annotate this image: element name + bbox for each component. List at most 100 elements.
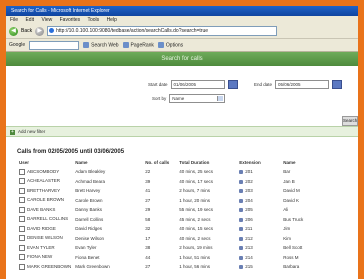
user-id: EVAN TYLER [27, 244, 55, 250]
cell-calls: 58 [145, 216, 151, 222]
table-row[interactable]: DAVID RIDGE David Ridges 32 40 mins, 15 sec… [17, 224, 325, 234]
row-checkbox[interactable] [19, 197, 25, 204]
cell-calls: 39 [145, 178, 151, 184]
toolbar-item-search-web[interactable]: Search Web [83, 41, 119, 48]
extension-number: 204 [245, 197, 253, 203]
cell-user: DAVE BANKS [17, 205, 73, 215]
menu-edit[interactable]: Edit [25, 17, 34, 23]
row-checkbox[interactable] [19, 263, 25, 270]
google-toolbar: Google Search Web PageRank Options [6, 39, 358, 52]
start-calendar-icon[interactable] [227, 80, 238, 89]
menu-file[interactable]: File [10, 17, 18, 23]
cell-extension: 204 [237, 196, 281, 206]
extension-number: 205 [245, 207, 253, 213]
row-checkbox[interactable] [19, 216, 25, 223]
row-checkbox[interactable] [19, 254, 25, 261]
cell-calls: 29 [145, 207, 151, 213]
window-titlebar: Search for Calls - Microsoft Internet Ex… [6, 6, 358, 16]
cell-calls: 27 [145, 264, 151, 270]
menu-tools[interactable]: Tools [87, 17, 99, 23]
user-id: MARK GREENBOWN [27, 263, 72, 269]
cell-name: Mark Greenbown [75, 264, 110, 270]
col-name[interactable]: Name [73, 159, 143, 167]
page-header: Search for calls [6, 52, 358, 66]
cell-user: CAROLE BROWN [17, 196, 73, 206]
table-row[interactable]: ACHEALASTER Achmad Beara 39 40 mins, 17 sec… [17, 177, 325, 187]
extension-number: 202 [245, 178, 253, 184]
phone-icon [239, 208, 244, 213]
add-filter-bar[interactable]: + Add new filter [6, 126, 358, 137]
back-button[interactable]: ◀ [9, 26, 18, 36]
start-date-input[interactable]: 01/06/2005 [170, 80, 225, 89]
extension-number: 213 [245, 245, 253, 251]
address-bar[interactable]: http://10.0.100.100:9080/tedbase/action/… [47, 26, 278, 36]
row-checkbox[interactable] [19, 168, 25, 175]
cell-extension: 201 [237, 167, 281, 177]
row-checkbox[interactable] [19, 235, 25, 242]
row-checkbox[interactable] [19, 178, 25, 185]
sort-label: Sort by [152, 96, 167, 101]
table-header-row: User Name No. of calls Total Duration Ex… [17, 159, 325, 167]
phone-icon [239, 246, 244, 251]
col-duration[interactable]: Total Duration [177, 159, 237, 167]
extension-number: 201 [245, 169, 253, 175]
table-row[interactable]: FIONA NEW Fiona Benet 44 1 hour, 51 mins 214… [17, 253, 325, 263]
sort-select[interactable]: Name [169, 94, 226, 103]
cell-extension-name: Jan B [283, 178, 295, 184]
col-calls[interactable]: No. of calls [143, 159, 177, 167]
end-date-input[interactable]: 05/06/2005 [275, 80, 330, 89]
cell-extension: 212 [237, 234, 281, 244]
cell-extension: 215 [237, 262, 281, 272]
cell-name: Fiona Benet [75, 254, 100, 260]
user-id: DENISE WILSON [27, 235, 63, 241]
col-extension[interactable]: Extension [237, 159, 281, 167]
cell-name: Evan Tyler [75, 245, 97, 251]
cell-duration: 40 mins, 2 secs [179, 235, 211, 241]
phone-icon [239, 236, 244, 241]
cell-name: Carole Brown [75, 197, 103, 203]
cell-name: Achmad Beara [75, 178, 106, 184]
page-content: Search for calls Start date 01/06/2005 E… [6, 52, 358, 272]
row-checkbox[interactable] [19, 225, 25, 232]
col-user[interactable]: User [17, 159, 73, 167]
menu-favorites[interactable]: Favorites [60, 17, 81, 23]
table-row[interactable]: DENISE WILSON Denise Wilson 17 40 mins, 2 s… [17, 234, 325, 244]
table-row[interactable]: DARRELL COLLINS Darrell Collins 58 45 mins,… [17, 215, 325, 225]
toolbar-item-pagerank[interactable]: PageRank [122, 41, 154, 48]
row-checkbox[interactable] [19, 206, 25, 213]
table-row[interactable]: DAVE BANKS Danny Banks 29 55 mins, 19 secs 2… [17, 205, 325, 215]
back-label[interactable]: Back [21, 28, 32, 34]
menu-help[interactable]: Help [107, 17, 117, 23]
table-row[interactable]: BRETTHARVEY Brett Harvey 41 2 hours, 7 mins… [17, 186, 325, 196]
cell-calls: 27 [145, 197, 151, 203]
results-title: Calls from 02/05/2005 until 03/06/2005 [17, 149, 125, 155]
table-row[interactable]: CAROLE BROWN Carole Brown 27 1 hour, 20 min… [17, 196, 325, 206]
cell-calls: 41 [145, 188, 151, 194]
end-calendar-icon[interactable] [332, 80, 343, 89]
cell-extension-name: Bus Truck [283, 216, 304, 222]
cell-extension-name: Bell Scott [283, 245, 303, 251]
menu-view[interactable]: View [41, 17, 52, 23]
cell-name: Danny Banks [75, 207, 103, 213]
menu-bar: File Edit View Favorites Tools Help [6, 16, 358, 24]
forward-button[interactable]: ▶ [35, 26, 45, 36]
cell-extension-name: David M [283, 188, 300, 194]
toolbar-item-options[interactable]: Options [157, 41, 183, 48]
cell-extension: 206 [237, 215, 281, 225]
table-row[interactable]: ABCSOMBODY Adam Bleakley 22 40 mins, 25 sec… [17, 167, 325, 177]
search-button[interactable]: Search [342, 116, 358, 126]
cell-name: David Ridges [75, 226, 103, 232]
col-extension-name[interactable]: Name [281, 159, 325, 167]
pagerank-icon [122, 41, 129, 48]
table-row[interactable]: EVAN TYLER Evan Tyler 38 2 hours, 19 mins 21… [17, 243, 325, 253]
phone-icon [239, 198, 244, 203]
table-row[interactable]: MARK GREENBOWN Mark Greenbown 27 1 hour, 56… [17, 262, 325, 272]
sort-row: Sort by Name [152, 94, 226, 103]
google-search-input[interactable] [29, 40, 80, 50]
row-checkbox[interactable] [19, 187, 25, 194]
cell-duration: 1 hour, 51 mins [179, 254, 211, 260]
row-checkbox[interactable] [19, 244, 25, 251]
phone-icon [239, 227, 244, 232]
user-id: DAVE BANKS [27, 206, 56, 212]
cell-extension-name: Ross M [283, 254, 299, 260]
